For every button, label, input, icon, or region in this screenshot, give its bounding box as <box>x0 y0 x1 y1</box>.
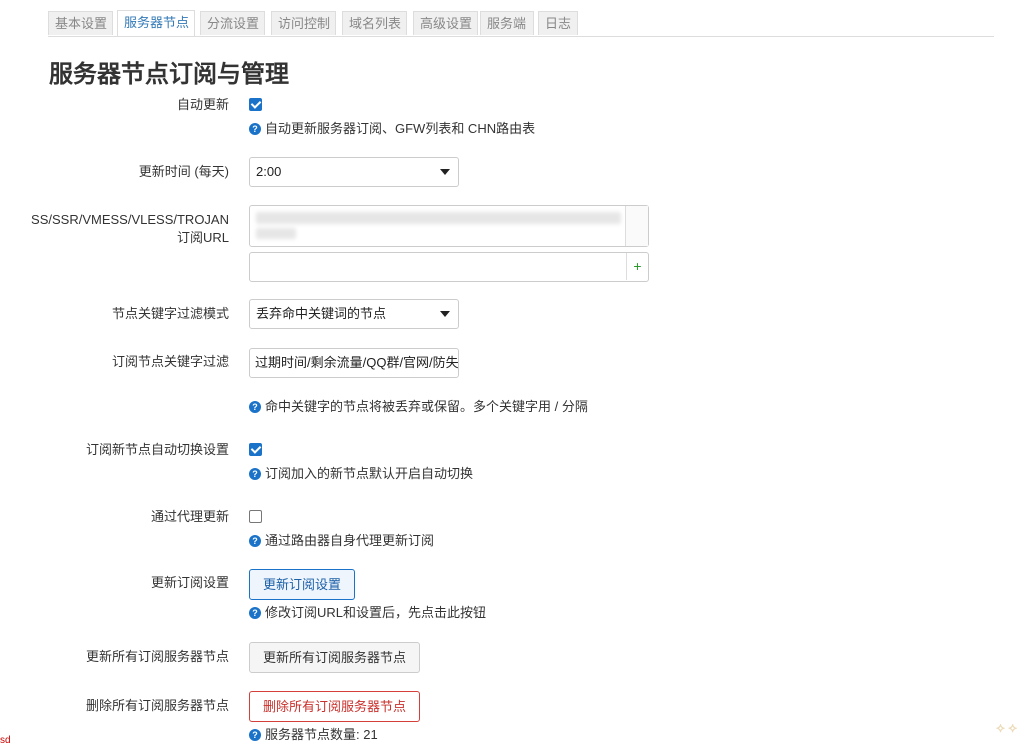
auto-switch-label: 订阅新节点自动切换设置 <box>85 442 229 457</box>
node-count-help: ? 服务器节点数量: 21 <box>249 727 378 743</box>
corner-text: sd <box>0 735 11 746</box>
node-count-text: 服务器节点数量: 21 <box>265 727 378 742</box>
help-icon: ? <box>249 535 261 547</box>
proxy-update-label: 通过代理更新 <box>150 509 229 524</box>
redacted-url <box>256 212 621 224</box>
help-icon: ? <box>249 401 261 413</box>
filter-mode-label: 节点关键字过滤模式 <box>111 306 229 321</box>
filter-keywords-input[interactable]: 过期时间/剩余流量/QQ群/官网/防失 <box>249 348 459 378</box>
update-settings-help: ? 修改订阅URL和设置后，先点击此按钮 <box>249 605 486 621</box>
tab-bar: 基本设置 服务器节点 分流设置 访问控制 域名列表 高级设置 服务端 日志 <box>48 10 994 37</box>
update-time-value: 2:00 <box>256 164 282 179</box>
tab-log[interactable]: 日志 <box>538 11 578 35</box>
proxy-update-help-text: 通过路由器自身代理更新订阅 <box>265 533 435 548</box>
auto-switch-help-text: 订阅加入的新节点默认开启自动切换 <box>265 466 474 481</box>
tab-access-control[interactable]: 访问控制 <box>271 11 336 35</box>
update-settings-button[interactable]: 更新订阅设置 <box>249 569 356 600</box>
filter-keywords-help-text: 命中关键字的节点将被丢弃或保留。多个关键字用 / 分隔 <box>265 399 588 414</box>
update-time-label: 更新时间 (每天) <box>138 164 229 179</box>
tab-server[interactable]: 服务端 <box>480 11 534 35</box>
filter-mode-value: 丢弃命中关键词的节点 <box>256 306 387 321</box>
subscribe-url-label-line2: 订阅URL <box>176 230 229 245</box>
tab-domain-list[interactable]: 域名列表 <box>342 11 407 35</box>
help-icon: ? <box>249 123 261 135</box>
subscribe-url-label-line1: SS/SSR/VMESS/VLESS/TROJAN <box>31 212 229 227</box>
update-settings-label: 更新订阅设置 <box>150 575 229 590</box>
filter-mode-select[interactable]: 丢弃命中关键词的节点 <box>249 299 459 329</box>
chevron-down-icon <box>440 311 450 317</box>
add-url-button[interactable]: + <box>626 253 648 280</box>
page-title: 服务器节点订阅与管理 <box>49 61 289 88</box>
update-all-label: 更新所有订阅服务器节点 <box>85 649 229 664</box>
update-settings-help-text: 修改订阅URL和设置后，先点击此按钮 <box>265 605 487 620</box>
update-all-button[interactable]: 更新所有订阅服务器节点 <box>249 642 421 673</box>
filter-keywords-label: 订阅节点关键字过滤 <box>111 354 229 369</box>
proxy-update-help: ? 通过路由器自身代理更新订阅 <box>249 533 434 549</box>
delete-all-button[interactable]: 删除所有订阅服务器节点 <box>249 691 421 722</box>
auto-switch-help: ? 订阅加入的新节点默认开启自动切换 <box>249 466 473 482</box>
url-remove-button[interactable] <box>625 206 648 246</box>
filter-keywords-help: ? 命中关键字的节点将被丢弃或保留。多个关键字用 / 分隔 <box>249 399 588 415</box>
update-time-select[interactable]: 2:00 <box>249 157 459 187</box>
help-icon: ? <box>249 729 261 741</box>
watermark-logo: ⟡ ⟡ <box>996 720 1017 735</box>
proxy-update-checkbox[interactable] <box>249 510 262 523</box>
auto-update-help-text: 自动更新服务器订阅、GFW列表和 CHN路由表 <box>265 121 536 136</box>
auto-update-checkbox[interactable] <box>249 98 262 111</box>
tab-server-nodes[interactable]: 服务器节点 <box>117 10 195 36</box>
subscribe-url-new-input[interactable] <box>249 252 649 282</box>
tab-routing[interactable]: 分流设置 <box>200 11 265 35</box>
help-icon: ? <box>249 607 261 619</box>
auto-update-help: ? 自动更新服务器订阅、GFW列表和 CHN路由表 <box>249 121 535 137</box>
delete-all-label: 删除所有订阅服务器节点 <box>85 698 229 713</box>
tab-basic-settings[interactable]: 基本设置 <box>48 11 113 35</box>
auto-update-label: 自动更新 <box>176 97 229 112</box>
tab-advanced[interactable]: 高级设置 <box>413 11 478 35</box>
subscribe-url-existing[interactable] <box>249 205 649 247</box>
auto-switch-checkbox[interactable] <box>249 443 262 456</box>
chevron-down-icon <box>440 169 450 175</box>
redacted-url <box>256 228 296 239</box>
help-icon: ? <box>249 468 261 480</box>
